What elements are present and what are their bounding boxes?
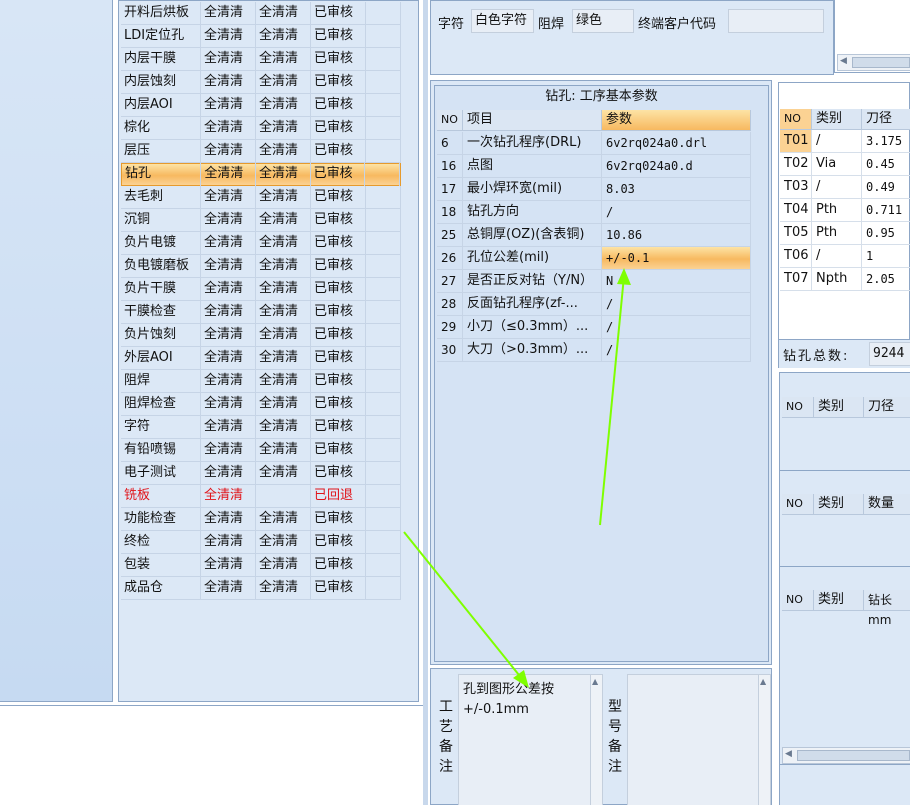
app-window: 开料后烘板 全清清 全清清 已审核 LDI定位孔 全清清 全清清 已审核 内层干膜 全清清 全清清已…	[0, 0, 910, 805]
annotation-arrows	[403, 268, 631, 688]
arrow-down	[403, 531, 529, 688]
arrow-up	[599, 268, 631, 526]
